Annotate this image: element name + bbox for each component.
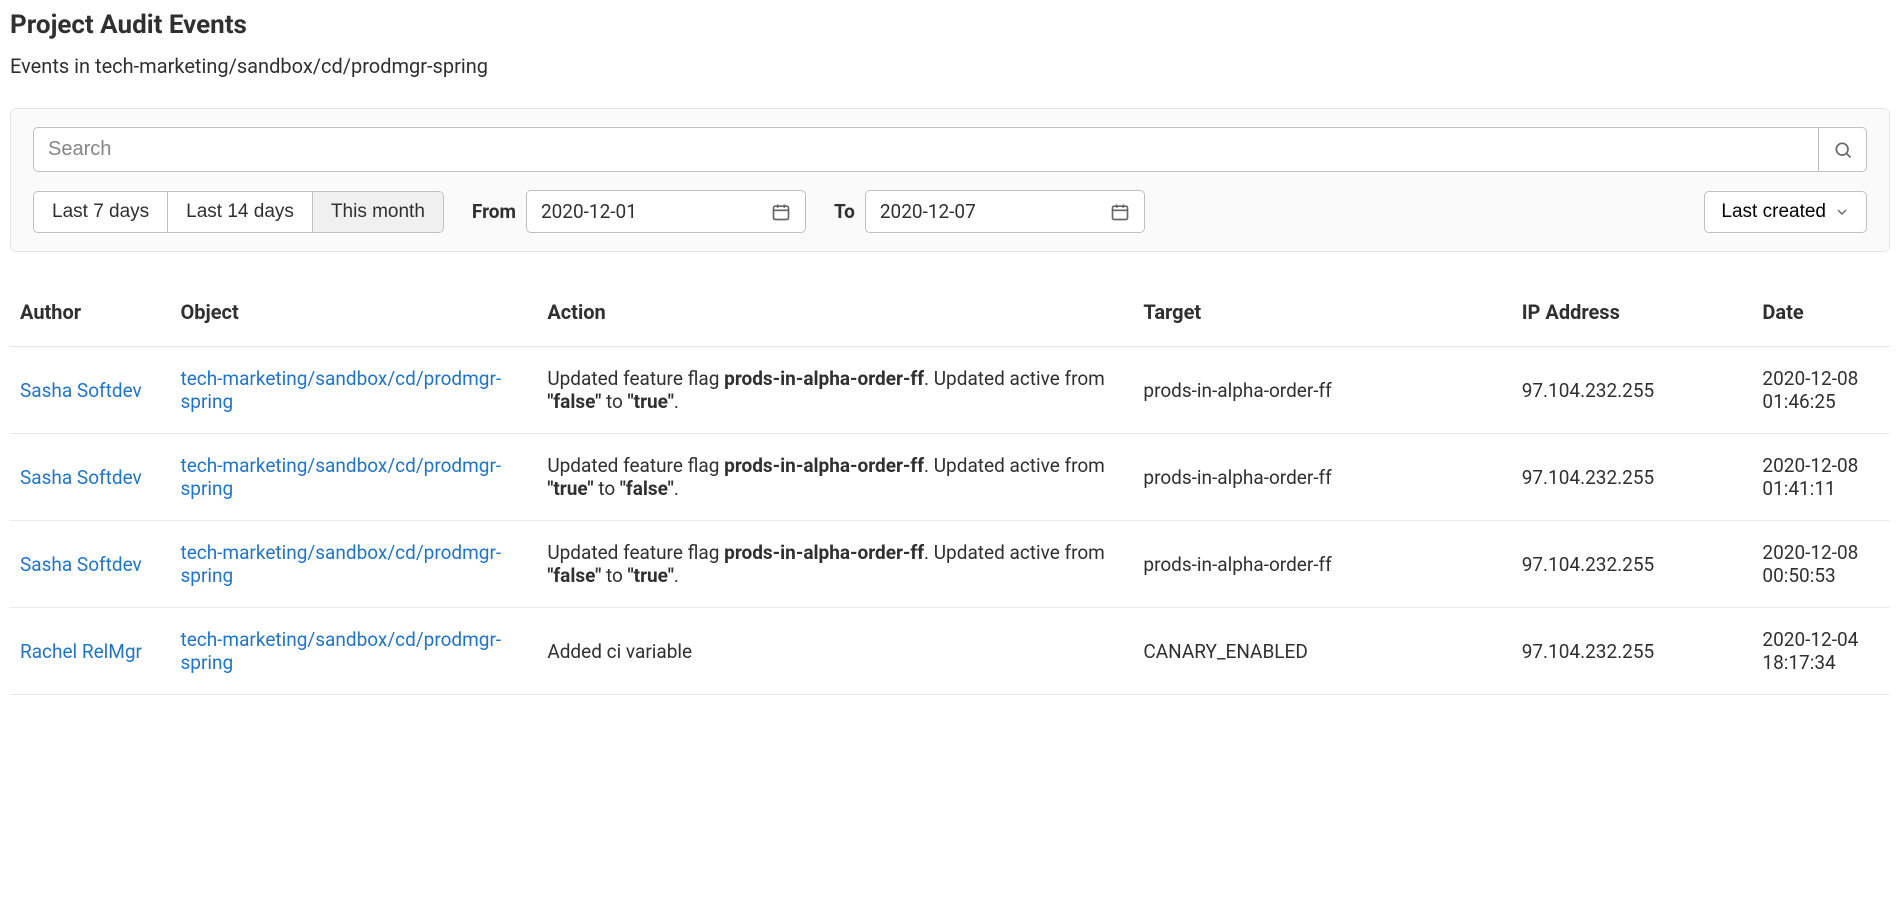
search-icon (1833, 140, 1853, 160)
filter-controls: Last 7 days Last 14 days This month From… (33, 190, 1867, 233)
calendar-icon (1110, 202, 1130, 222)
range-last-14-days[interactable]: Last 14 days (168, 192, 313, 232)
sort-dropdown[interactable]: Last created (1704, 191, 1867, 233)
action-cell: Updated feature flag prods-in-alpha-orde… (537, 521, 1133, 608)
table-row: Sasha Softdev tech-marketing/sandbox/cd/p… (10, 521, 1890, 608)
table-row: Sasha Softdev tech-marketing/sandbox/cd/p… (10, 434, 1890, 521)
action-cell: Updated feature flag prods-in-alpha-orde… (537, 347, 1133, 434)
date-cell: 2020-12-08 01:46:25 (1752, 347, 1890, 434)
ip-cell: 97.104.232.255 (1512, 347, 1753, 434)
table-header-row: Author Object Action Target IP Address D… (10, 282, 1890, 347)
date-cell: 2020-12-04 18:17:34 (1752, 608, 1890, 695)
page-title: Project Audit Events (10, 10, 1890, 40)
ip-cell: 97.104.232.255 (1512, 608, 1753, 695)
range-this-month[interactable]: This month (313, 192, 443, 232)
author-link[interactable]: Sasha Softdev (20, 553, 142, 576)
sort-wrap: Last created (1704, 191, 1867, 233)
action-cell: Added ci variable (537, 608, 1133, 695)
object-link[interactable]: tech-marketing/sandbox/cd/prodmgr-spring (180, 628, 501, 674)
date-cell: 2020-12-08 01:41:11 (1752, 434, 1890, 521)
table-row: Rachel RelMgr tech-marketing/sandbox/cd/p… (10, 608, 1890, 695)
to-date-input[interactable]: 2020-12-07 (865, 190, 1145, 233)
page-subtitle: Events in tech-marketing/sandbox/cd/prod… (10, 54, 1890, 78)
from-label: From (472, 200, 516, 223)
range-last-7-days[interactable]: Last 7 days (34, 192, 168, 232)
from-date-value: 2020-12-01 (541, 200, 637, 223)
table-row: Sasha Softdev tech-marketing/sandbox/cd/p… (10, 347, 1890, 434)
range-preset-group: Last 7 days Last 14 days This month (33, 191, 444, 233)
from-date-input[interactable]: 2020-12-01 (526, 190, 806, 233)
author-link[interactable]: Sasha Softdev (20, 466, 142, 489)
ip-cell: 97.104.232.255 (1512, 521, 1753, 608)
filter-panel: Last 7 days Last 14 days This month From… (10, 108, 1890, 252)
target-cell: CANARY_ENABLED (1133, 608, 1511, 695)
target-cell: prods-in-alpha-order-ff (1133, 521, 1511, 608)
object-link[interactable]: tech-marketing/sandbox/cd/prodmgr-spring (180, 541, 501, 587)
object-link[interactable]: tech-marketing/sandbox/cd/prodmgr-spring (180, 454, 501, 500)
sort-label: Last created (1721, 201, 1826, 223)
search-row (33, 127, 1867, 172)
search-button[interactable] (1819, 127, 1867, 172)
search-input[interactable] (33, 127, 1819, 172)
col-object-header: Object (170, 282, 537, 347)
action-cell: Updated feature flag prods-in-alpha-orde… (537, 434, 1133, 521)
chevron-down-icon (1834, 204, 1850, 220)
col-date-header: Date (1752, 282, 1890, 347)
col-ip-header: IP Address (1512, 282, 1753, 347)
target-cell: prods-in-alpha-order-ff (1133, 434, 1511, 521)
audit-events-table: Author Object Action Target IP Address D… (10, 282, 1890, 695)
author-link[interactable]: Sasha Softdev (20, 379, 142, 402)
target-cell: prods-in-alpha-order-ff (1133, 347, 1511, 434)
object-link[interactable]: tech-marketing/sandbox/cd/prodmgr-spring (180, 367, 501, 413)
to-label: To (834, 200, 855, 223)
col-author-header: Author (10, 282, 170, 347)
author-link[interactable]: Rachel RelMgr (20, 640, 142, 663)
col-action-header: Action (537, 282, 1133, 347)
col-target-header: Target (1133, 282, 1511, 347)
to-date-value: 2020-12-07 (880, 200, 976, 223)
calendar-icon (771, 202, 791, 222)
ip-cell: 97.104.232.255 (1512, 434, 1753, 521)
date-cell: 2020-12-08 00:50:53 (1752, 521, 1890, 608)
